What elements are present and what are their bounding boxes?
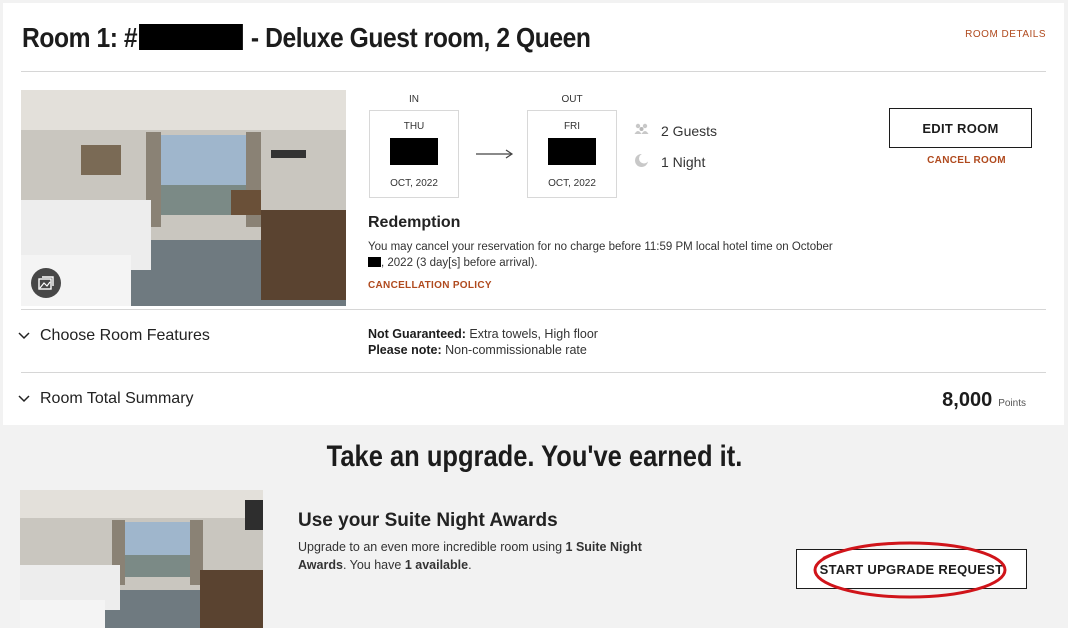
nights-info: 1 Night — [634, 153, 705, 171]
chevron-down-icon — [18, 390, 30, 408]
check-out-box: FRI OCT, 2022 — [527, 110, 617, 198]
please-note: Please note: Non-commissionable rate — [368, 342, 598, 358]
redemption-text-part2: , 2022 (3 day[s] before arrival). — [381, 257, 538, 269]
redemption-text-part1: You may cancel your reservation for no c… — [368, 241, 833, 253]
please-note-value: Non-commissionable rate — [441, 343, 587, 357]
points-total: 8,000 Points — [942, 389, 1026, 412]
arrow-right-icon — [475, 147, 515, 165]
choose-room-features-toggle[interactable]: Choose Room Features — [18, 327, 210, 345]
choose-room-features-label: Choose Room Features — [40, 327, 210, 344]
divider — [21, 71, 1046, 72]
room-total-summary-label: Room Total Summary — [40, 390, 194, 407]
guests-info: 2 Guests — [634, 123, 717, 139]
redacted-confirmation-number — [138, 24, 243, 50]
room-photo-image — [21, 90, 346, 306]
check-in-month: OCT, 2022 — [390, 178, 438, 189]
suite-night-awards-title: Use your Suite Night Awards — [298, 510, 558, 531]
check-in-box: THU OCT, 2022 — [369, 110, 459, 198]
suite-photo — [20, 490, 263, 628]
check-out-month: OCT, 2022 — [548, 178, 596, 189]
points-unit: Points — [998, 398, 1026, 409]
room-title: Room 1: # - Deluxe Guest room, 2 Queen — [22, 22, 591, 54]
redemption-policy-text: You may cancel your reservation for no c… — [368, 239, 878, 271]
suite-night-awards-text: Upgrade to an even more incredible room … — [298, 538, 668, 574]
room-photo[interactable] — [21, 90, 346, 306]
not-guaranteed-note: Not Guaranteed: Extra towels, High floor — [368, 326, 598, 342]
guests-count: 2 Guests — [661, 123, 718, 139]
room-total-summary-toggle[interactable]: Room Total Summary — [18, 390, 194, 408]
check-out-label: OUT — [561, 94, 583, 105]
points-value: 8,000 — [942, 389, 993, 411]
edit-room-button[interactable]: EDIT ROOM — [889, 108, 1032, 148]
suite-text-a: Upgrade to an even more incredible room … — [298, 540, 566, 554]
not-guaranteed-label: Not Guaranteed: — [368, 327, 466, 341]
check-out-dow: FRI — [563, 121, 581, 132]
room-details-link[interactable]: ROOM DETAILS — [965, 29, 1046, 40]
divider — [21, 372, 1046, 373]
chevron-down-icon — [18, 327, 30, 345]
suite-text-c: . You have — [342, 558, 405, 572]
start-upgrade-request-button[interactable]: START UPGRADE REQUEST — [796, 549, 1027, 589]
not-guaranteed-value: Extra towels, High floor — [465, 327, 598, 341]
suite-photo-image — [20, 490, 263, 628]
suite-text-d: 1 available — [404, 558, 469, 572]
redacted-date — [368, 257, 381, 267]
redemption-title: Redemption — [368, 214, 461, 231]
redacted-check-out-day — [548, 138, 596, 165]
divider — [21, 309, 1046, 310]
upgrade-heading-text: Take an upgrade. You've earned it. — [326, 440, 742, 473]
room-title-prefix: Room 1: # — [22, 22, 138, 53]
moon-icon — [634, 153, 649, 171]
room-card: Room 1: # - Deluxe Guest room, 2 Queen R… — [3, 3, 1064, 425]
nights-count: 1 Night — [661, 154, 706, 170]
check-in-dow: THU — [403, 121, 425, 132]
suite-text-e: . — [468, 558, 472, 572]
cancellation-policy-link[interactable]: CANCELLATION POLICY — [368, 280, 492, 291]
gallery-icon[interactable] — [31, 268, 61, 298]
check-in-label: IN — [409, 94, 419, 105]
please-note-label: Please note: — [368, 343, 442, 357]
cancel-room-link[interactable]: CANCEL ROOM — [889, 155, 1044, 166]
room-title-suffix: - Deluxe Guest room, 2 Queen — [244, 22, 591, 53]
redacted-check-in-day — [390, 138, 438, 165]
upgrade-heading: Take an upgrade. You've earned it. — [0, 440, 1068, 474]
rate-notes: Not Guaranteed: Extra towels, High floor… — [368, 326, 598, 358]
guests-icon — [634, 123, 649, 139]
